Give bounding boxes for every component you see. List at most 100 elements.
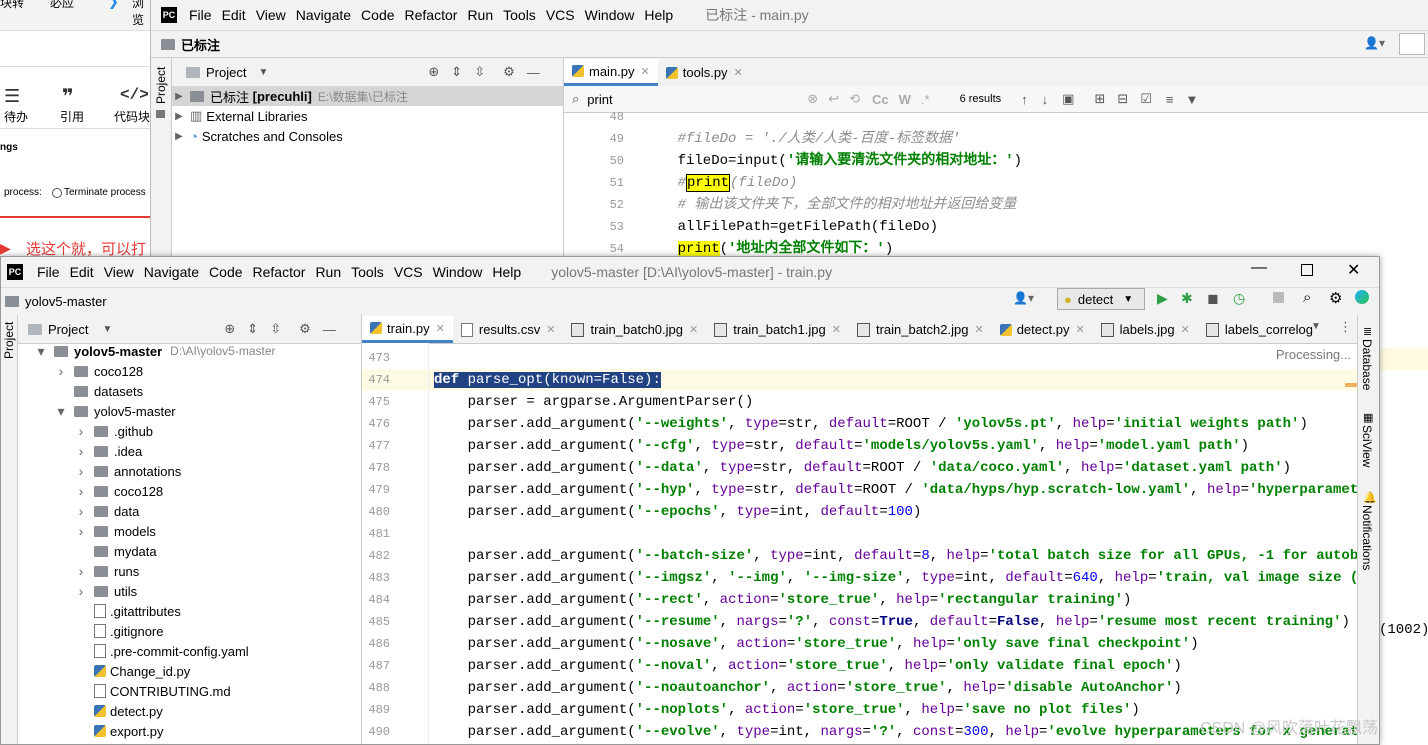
gear-icon[interactable]: ⚙ bbox=[1329, 289, 1342, 307]
database-strip-label[interactable]: Database bbox=[1360, 339, 1374, 390]
menu-view[interactable]: View bbox=[256, 7, 286, 23]
menu-window[interactable]: Window bbox=[585, 7, 635, 23]
tree-row[interactable]: › runs bbox=[18, 561, 361, 581]
chevron-down-icon[interactable]: ▾ bbox=[34, 343, 48, 360]
collapse-all-icon[interactable]: ⇳ bbox=[474, 64, 485, 80]
add-occurrence-icon[interactable]: ⊞ bbox=[1094, 91, 1105, 107]
chevron-right-icon[interactable]: › bbox=[74, 563, 88, 579]
regex-icon[interactable]: .* bbox=[921, 92, 930, 107]
top-item-1[interactable]: 块转 bbox=[0, 0, 24, 11]
editor-tab[interactable]: train_batch0.jpg ✕ bbox=[563, 316, 706, 343]
debug-icon[interactable]: ✱ bbox=[1181, 290, 1193, 307]
search-icon[interactable]: ⌕ bbox=[572, 91, 579, 107]
editor-tab[interactable]: train.py ✕ bbox=[362, 316, 453, 343]
menu-vcs[interactable]: VCS bbox=[546, 7, 575, 23]
tree-row-root[interactable]: ▶ 已标注 [precuhli] E:\数据集\已标注 bbox=[172, 86, 563, 106]
close-icon[interactable]: ✕ bbox=[689, 323, 698, 336]
match-case-icon[interactable]: Cc bbox=[872, 92, 889, 107]
toolbar-label-todo[interactable]: 待办 bbox=[4, 108, 28, 125]
tree-row[interactable]: › .idea bbox=[18, 441, 361, 461]
tree-row[interactable]: CONTRIBUTING.md bbox=[18, 681, 361, 701]
maximize-window-icon[interactable] bbox=[1301, 264, 1313, 276]
chevron-down-icon[interactable]: ▼ bbox=[258, 67, 268, 78]
editor-tab[interactable]: labels_correlog bbox=[1198, 316, 1321, 343]
close-icon[interactable]: ✕ bbox=[974, 323, 983, 336]
chevron-right-icon[interactable]: › bbox=[74, 503, 88, 519]
tree-row[interactable]: .gitattributes bbox=[18, 601, 361, 621]
project-strip-label[interactable]: Project bbox=[2, 322, 16, 359]
tree-row[interactable]: detect.py bbox=[18, 701, 361, 721]
clear-icon[interactable]: ⊗ bbox=[807, 91, 818, 107]
tree-row[interactable]: › utils bbox=[18, 581, 361, 601]
user-icon[interactable]: 👤▾ bbox=[1013, 291, 1034, 305]
sciview-strip-label[interactable]: SciView bbox=[1360, 425, 1374, 467]
quote-icon[interactable]: ❞ bbox=[62, 84, 74, 109]
tree-row[interactable]: › .github bbox=[18, 421, 361, 441]
tree-row[interactable]: .pre-commit-config.yaml bbox=[18, 641, 361, 661]
menu-help[interactable]: Help bbox=[644, 7, 673, 23]
tab-main-py[interactable]: main.py ✕ bbox=[564, 59, 658, 86]
menu-edit[interactable]: Edit bbox=[70, 264, 94, 280]
menu-edit[interactable]: Edit bbox=[222, 7, 246, 23]
close-icon[interactable]: ✕ bbox=[641, 65, 650, 78]
project-strip-label[interactable]: Project bbox=[154, 67, 168, 104]
arrow-down-icon[interactable]: ↓ bbox=[1042, 92, 1049, 107]
search-input[interactable]: print bbox=[587, 92, 807, 107]
toolbar-label-code[interactable]: 代码块 bbox=[114, 108, 150, 125]
menu-file[interactable]: File bbox=[189, 7, 212, 23]
filter-icon[interactable]: ▼ bbox=[1186, 92, 1199, 107]
top-item-2[interactable]: 必应 bbox=[50, 0, 74, 11]
menu-tools[interactable]: Tools bbox=[503, 7, 536, 23]
menu-navigate[interactable]: Navigate bbox=[296, 7, 351, 23]
tree-row-scratches[interactable]: ▶ ◔ Scratches and Consoles bbox=[172, 126, 563, 146]
tree-row[interactable]: › data bbox=[18, 501, 361, 521]
close-window-icon[interactable]: ✕ bbox=[1347, 260, 1360, 280]
menu-refactor[interactable]: Refactor bbox=[405, 7, 458, 23]
profile-icon[interactable]: ◷ bbox=[1233, 290, 1245, 307]
notifications-strip-label[interactable]: Notifications bbox=[1360, 505, 1374, 570]
expand-all-icon[interactable]: ⇕ bbox=[247, 321, 258, 337]
minimize-window-icon[interactable]: — bbox=[1251, 259, 1267, 277]
minimize-icon[interactable]: — bbox=[527, 65, 540, 80]
terminate-radio[interactable] bbox=[52, 188, 62, 198]
menu-window[interactable]: Window bbox=[433, 264, 483, 280]
close-icon[interactable]: ✕ bbox=[546, 323, 555, 336]
top-item-3[interactable]: 浏览 bbox=[132, 0, 150, 28]
run-config-select[interactable]: ● detect ▼ bbox=[1057, 288, 1145, 310]
tree-row[interactable]: export.py bbox=[18, 721, 361, 741]
back-code-editor[interactable]: 48 49 50 51 52 53 54 #fileDo = './人类/人类-… bbox=[564, 112, 1428, 262]
code-icon[interactable]: </> bbox=[120, 86, 149, 104]
gear-icon[interactable]: ⚙ bbox=[299, 321, 311, 337]
project-title[interactable]: Project bbox=[48, 322, 88, 337]
chevron-right-icon[interactable]: › bbox=[74, 583, 88, 599]
gear-icon[interactable]: ⚙ bbox=[503, 64, 515, 80]
stop-icon[interactable] bbox=[1273, 292, 1284, 303]
tree-row[interactable]: Change_id.py bbox=[18, 661, 361, 681]
menu-refactor[interactable]: Refactor bbox=[253, 264, 306, 280]
tree-row[interactable]: .gitignore bbox=[18, 621, 361, 641]
minimize-icon[interactable]: — bbox=[323, 322, 336, 337]
chevron-right-icon[interactable]: › bbox=[74, 483, 88, 499]
menu-view[interactable]: View bbox=[104, 264, 134, 280]
arrow-up-icon[interactable]: ↑ bbox=[1021, 92, 1028, 107]
toolbar-label-quote[interactable]: 引用 bbox=[60, 108, 84, 125]
in-selection-icon[interactable]: ≡ bbox=[1166, 92, 1174, 107]
tree-row[interactable]: › coco128 bbox=[18, 481, 361, 501]
menu-run[interactable]: Run bbox=[315, 264, 341, 280]
search-icon[interactable]: ⌕ bbox=[1303, 289, 1311, 306]
history-icon[interactable]: ⟲ bbox=[849, 91, 860, 107]
menu-navigate[interactable]: Navigate bbox=[144, 264, 199, 280]
select-occurrences-icon[interactable]: ☑ bbox=[1140, 91, 1152, 107]
tabs-dropdown-icon[interactable]: ▼ bbox=[1311, 321, 1321, 332]
project-title[interactable]: Project bbox=[206, 65, 246, 80]
menu-code[interactable]: Code bbox=[209, 264, 242, 280]
chevron-right-icon[interactable]: › bbox=[74, 463, 88, 479]
run-icon[interactable]: ▶ bbox=[1157, 290, 1168, 307]
close-icon[interactable]: ✕ bbox=[832, 323, 841, 336]
editor-tab[interactable]: detect.py ✕ bbox=[992, 316, 1093, 343]
chevron-down-icon[interactable]: ▼ bbox=[102, 324, 112, 335]
editor-tab[interactable]: results.csv ✕ bbox=[453, 316, 564, 343]
user-icon[interactable]: 👤▾ bbox=[1364, 36, 1385, 50]
tree-row[interactable]: datasets bbox=[18, 381, 361, 401]
front-code-editor[interactable]: 473 474 475 476 477 478 479 480 481 482 483 484 485 4… bbox=[362, 343, 1357, 744]
